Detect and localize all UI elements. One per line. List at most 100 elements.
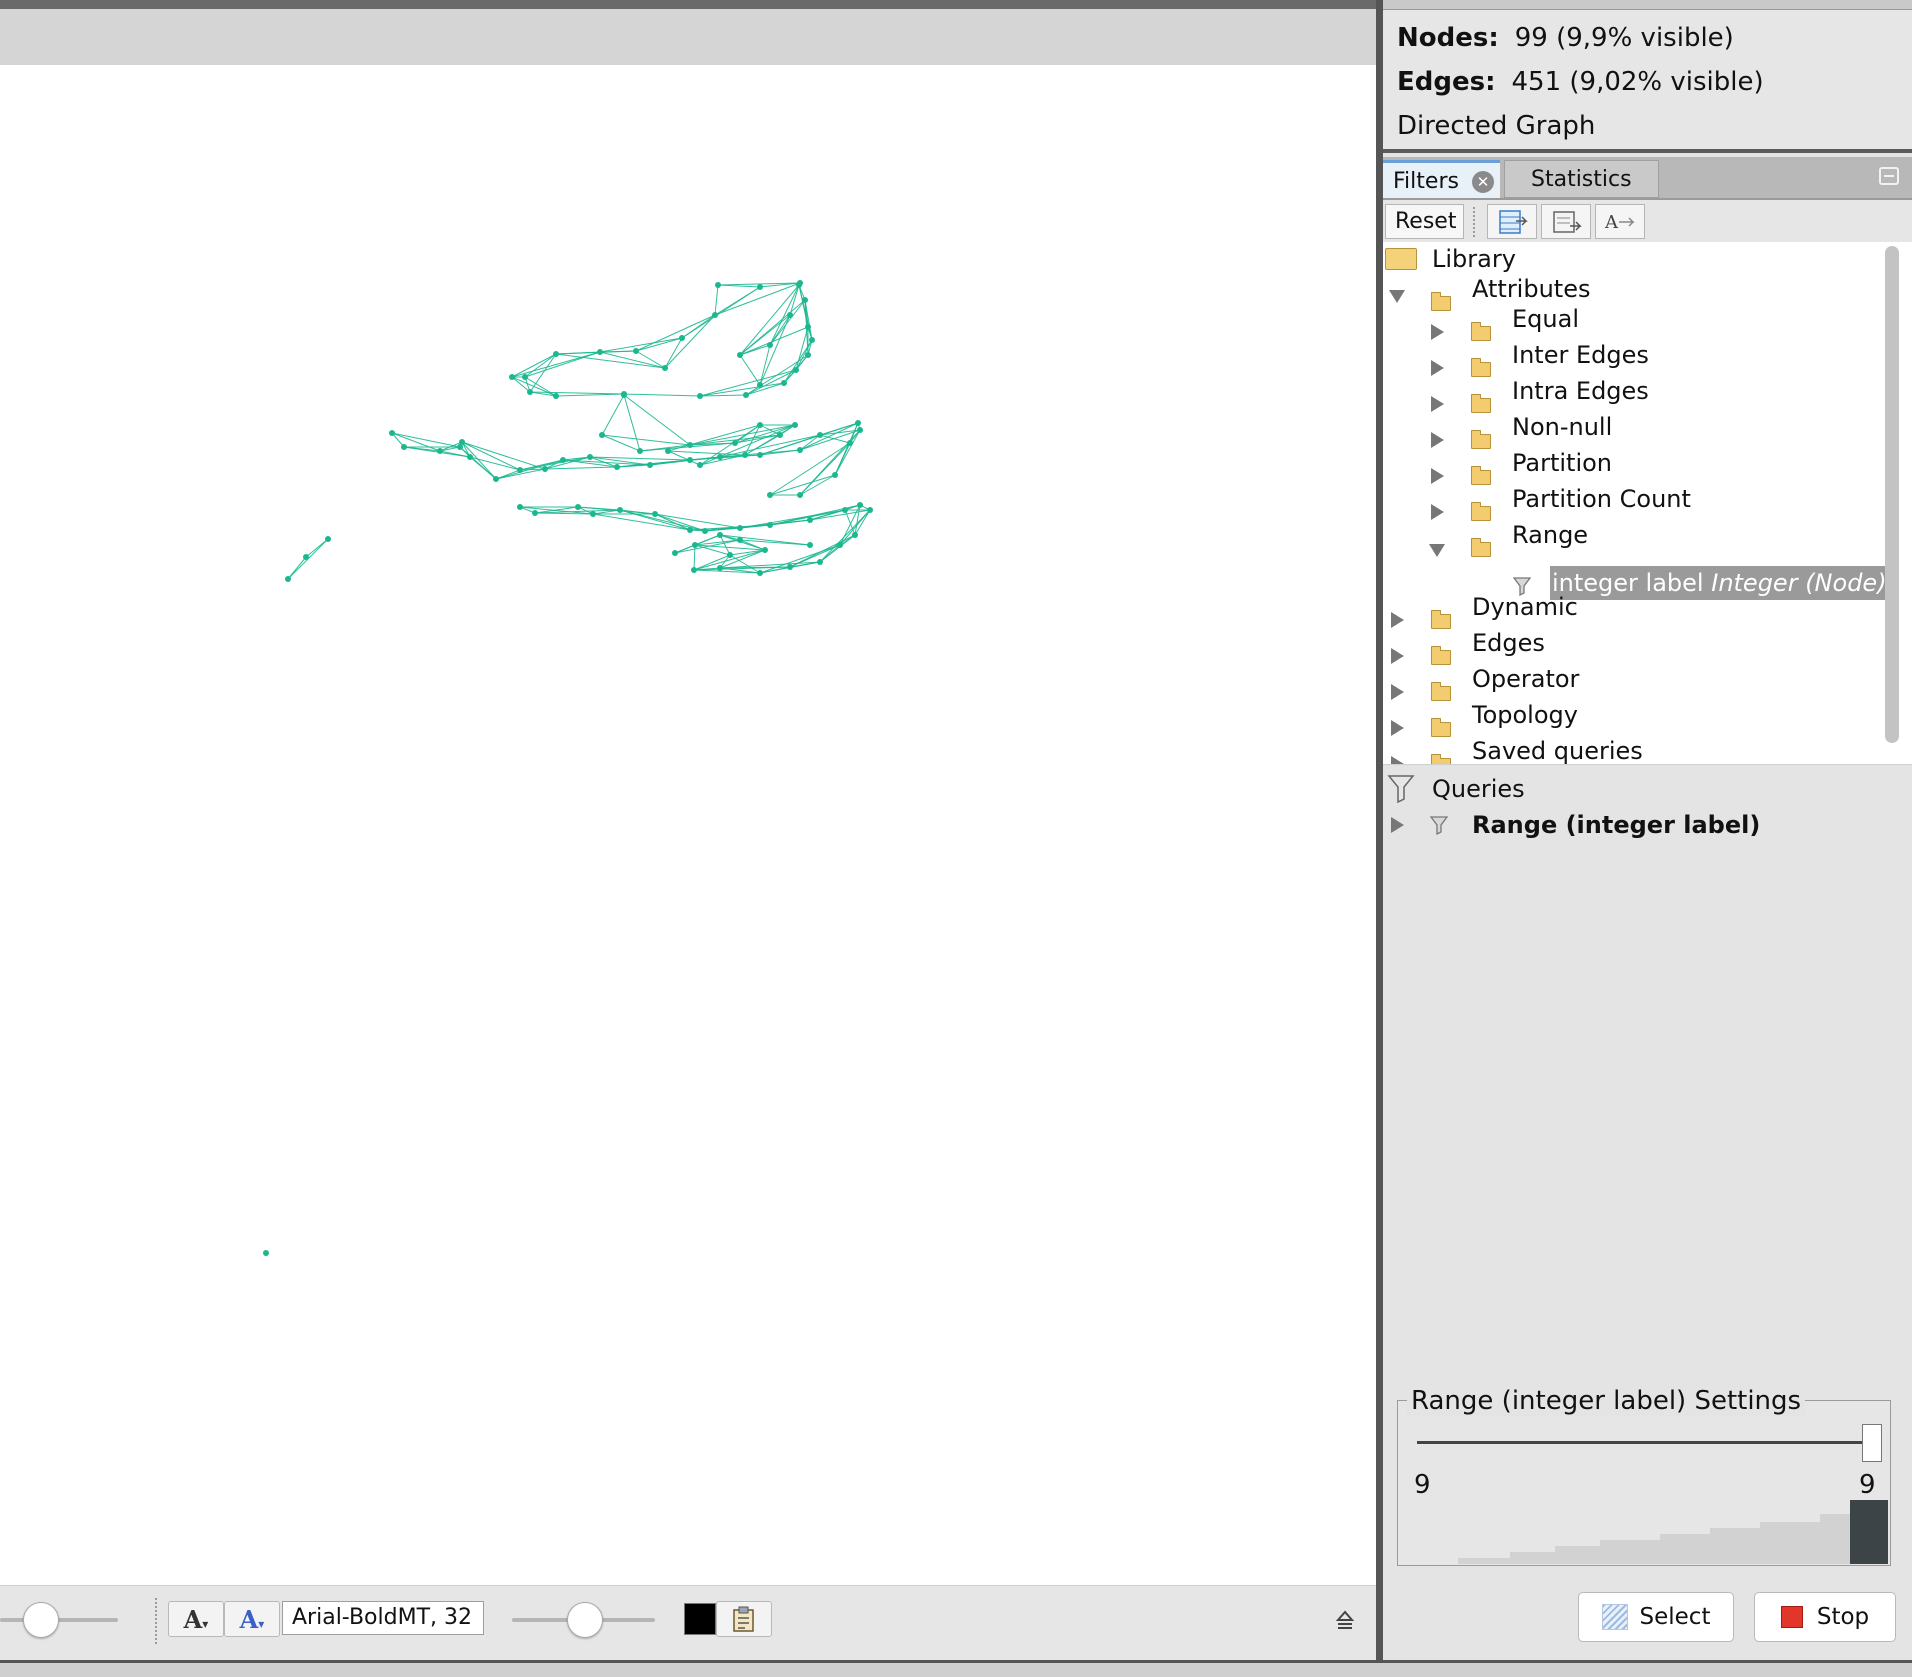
- graph-node[interactable]: [285, 576, 291, 582]
- graph-node[interactable]: [855, 420, 861, 426]
- graph-node[interactable]: [614, 464, 620, 470]
- graph-node[interactable]: [597, 349, 603, 355]
- graph-node[interactable]: [532, 510, 538, 516]
- graph-node[interactable]: [781, 380, 787, 386]
- tree-scrollbar[interactable]: [1885, 246, 1899, 743]
- graph-node[interactable]: [757, 570, 763, 576]
- graph-node[interactable]: [757, 284, 763, 290]
- graph-node[interactable]: [715, 282, 721, 288]
- tree-item-edges[interactable]: Edges: [1472, 626, 1545, 660]
- graph-node[interactable]: [837, 542, 843, 548]
- collapse-arrow-icon[interactable]: [1391, 648, 1404, 664]
- graph-node[interactable]: [857, 427, 863, 433]
- auto-refresh-button[interactable]: A: [1595, 204, 1645, 239]
- collapse-arrow-icon[interactable]: [1431, 360, 1444, 376]
- graph-node[interactable]: [662, 365, 668, 371]
- graph-node[interactable]: [757, 452, 763, 458]
- tree-item-attributes[interactable]: Attributes: [1472, 272, 1590, 306]
- graph-node[interactable]: [802, 297, 808, 303]
- graph-node[interactable]: [509, 374, 515, 380]
- tree-item-integer-label-filter[interactable]: integer label Integer (Node): [1550, 566, 1891, 600]
- graph-node[interactable]: [787, 564, 793, 570]
- tree-item-operator[interactable]: Operator: [1472, 662, 1579, 696]
- graph-canvas[interactable]: [0, 65, 1376, 1585]
- stop-button[interactable]: Stop: [1754, 1592, 1896, 1642]
- range-slider-thumb[interactable]: [1862, 1424, 1882, 1462]
- graph-node[interactable]: [737, 352, 743, 358]
- graph-node[interactable]: [717, 532, 723, 538]
- collapse-arrow-icon[interactable]: [1391, 612, 1404, 628]
- collapse-arrow-icon[interactable]: [1391, 817, 1404, 833]
- collapse-arrow-icon[interactable]: [1431, 468, 1444, 484]
- select-button[interactable]: Select: [1578, 1592, 1734, 1642]
- collapse-arrow-icon[interactable]: [1391, 756, 1404, 764]
- graph-node[interactable]: [522, 374, 528, 380]
- filter-library-tree[interactable]: Library Attributes Equal Inter Edges Int…: [1383, 242, 1912, 764]
- graph-node[interactable]: [553, 393, 559, 399]
- export-filter-button[interactable]: [1487, 204, 1537, 239]
- tree-item-equal[interactable]: Equal: [1512, 302, 1579, 336]
- graph-node[interactable]: [263, 1250, 269, 1256]
- graph-node[interactable]: [832, 472, 838, 478]
- graph-node[interactable]: [809, 337, 815, 343]
- collapse-arrow-icon[interactable]: [1431, 396, 1444, 412]
- graph-node[interactable]: [553, 351, 559, 357]
- graph-node[interactable]: [493, 476, 499, 482]
- graph-node[interactable]: [867, 507, 873, 513]
- range-min-value[interactable]: 9: [1414, 1470, 1431, 1500]
- graph-node[interactable]: [817, 432, 823, 438]
- collapse-toolbar-icon[interactable]: [1335, 1608, 1355, 1634]
- graph-node[interactable]: [665, 448, 671, 454]
- graph-node[interactable]: [796, 282, 802, 288]
- tree-item-intra-edges[interactable]: Intra Edges: [1512, 374, 1649, 408]
- graph-node[interactable]: [793, 367, 799, 373]
- graph-node[interactable]: [717, 454, 723, 460]
- clipboard-button[interactable]: [716, 1601, 772, 1637]
- tree-item-inter-edges[interactable]: Inter Edges: [1512, 338, 1649, 372]
- tree-item-library[interactable]: Library: [1432, 242, 1516, 276]
- graph-node[interactable]: [787, 312, 793, 318]
- save-filter-button[interactable]: [1541, 204, 1591, 239]
- graph-node[interactable]: [737, 525, 743, 531]
- graph-node[interactable]: [807, 517, 813, 523]
- graph-node[interactable]: [857, 502, 863, 508]
- graph-node[interactable]: [767, 522, 773, 528]
- graph-node[interactable]: [401, 444, 407, 450]
- collapse-arrow-icon[interactable]: [1431, 324, 1444, 340]
- graph-node[interactable]: [692, 542, 698, 548]
- graph-node[interactable]: [652, 511, 658, 517]
- graph-node[interactable]: [389, 430, 395, 436]
- graph-node[interactable]: [590, 511, 596, 517]
- graph-node[interactable]: [437, 448, 443, 454]
- query-item-range[interactable]: Range (integer label): [1472, 808, 1760, 842]
- graph-node[interactable]: [732, 440, 738, 446]
- graph-node[interactable]: [702, 528, 708, 534]
- graph-node[interactable]: [737, 537, 743, 543]
- graph-node[interactable]: [325, 536, 331, 542]
- graph-node[interactable]: [617, 507, 623, 513]
- graph-node[interactable]: [467, 454, 473, 460]
- tab-statistics[interactable]: Statistics: [1504, 160, 1659, 198]
- graph-node[interactable]: [805, 324, 811, 330]
- graph-node[interactable]: [757, 382, 763, 388]
- graph-node[interactable]: [792, 422, 798, 428]
- graph-node[interactable]: [762, 547, 768, 553]
- collapse-arrow-icon[interactable]: [1431, 432, 1444, 448]
- font-name-field[interactable]: Arial-BoldMT, 32: [282, 1601, 484, 1635]
- graph-node[interactable]: [767, 342, 773, 348]
- graph-node[interactable]: [303, 554, 309, 560]
- tree-item-dynamic[interactable]: Dynamic: [1472, 590, 1578, 624]
- graph-node[interactable]: [807, 542, 813, 548]
- font-button[interactable]: A▾: [168, 1601, 224, 1637]
- graph-node[interactable]: [852, 532, 858, 538]
- graph-node[interactable]: [672, 550, 678, 556]
- graph-node[interactable]: [647, 462, 653, 468]
- graph-node[interactable]: [805, 352, 811, 358]
- font-color-button[interactable]: A▾: [224, 1601, 280, 1637]
- graph-node[interactable]: [542, 466, 548, 472]
- graph-node[interactable]: [691, 567, 697, 573]
- graph-node[interactable]: [842, 507, 848, 513]
- tree-item-non-null[interactable]: Non-null: [1512, 410, 1612, 444]
- label-size-slider-thumb[interactable]: [567, 1602, 603, 1638]
- graph-node[interactable]: [767, 492, 773, 498]
